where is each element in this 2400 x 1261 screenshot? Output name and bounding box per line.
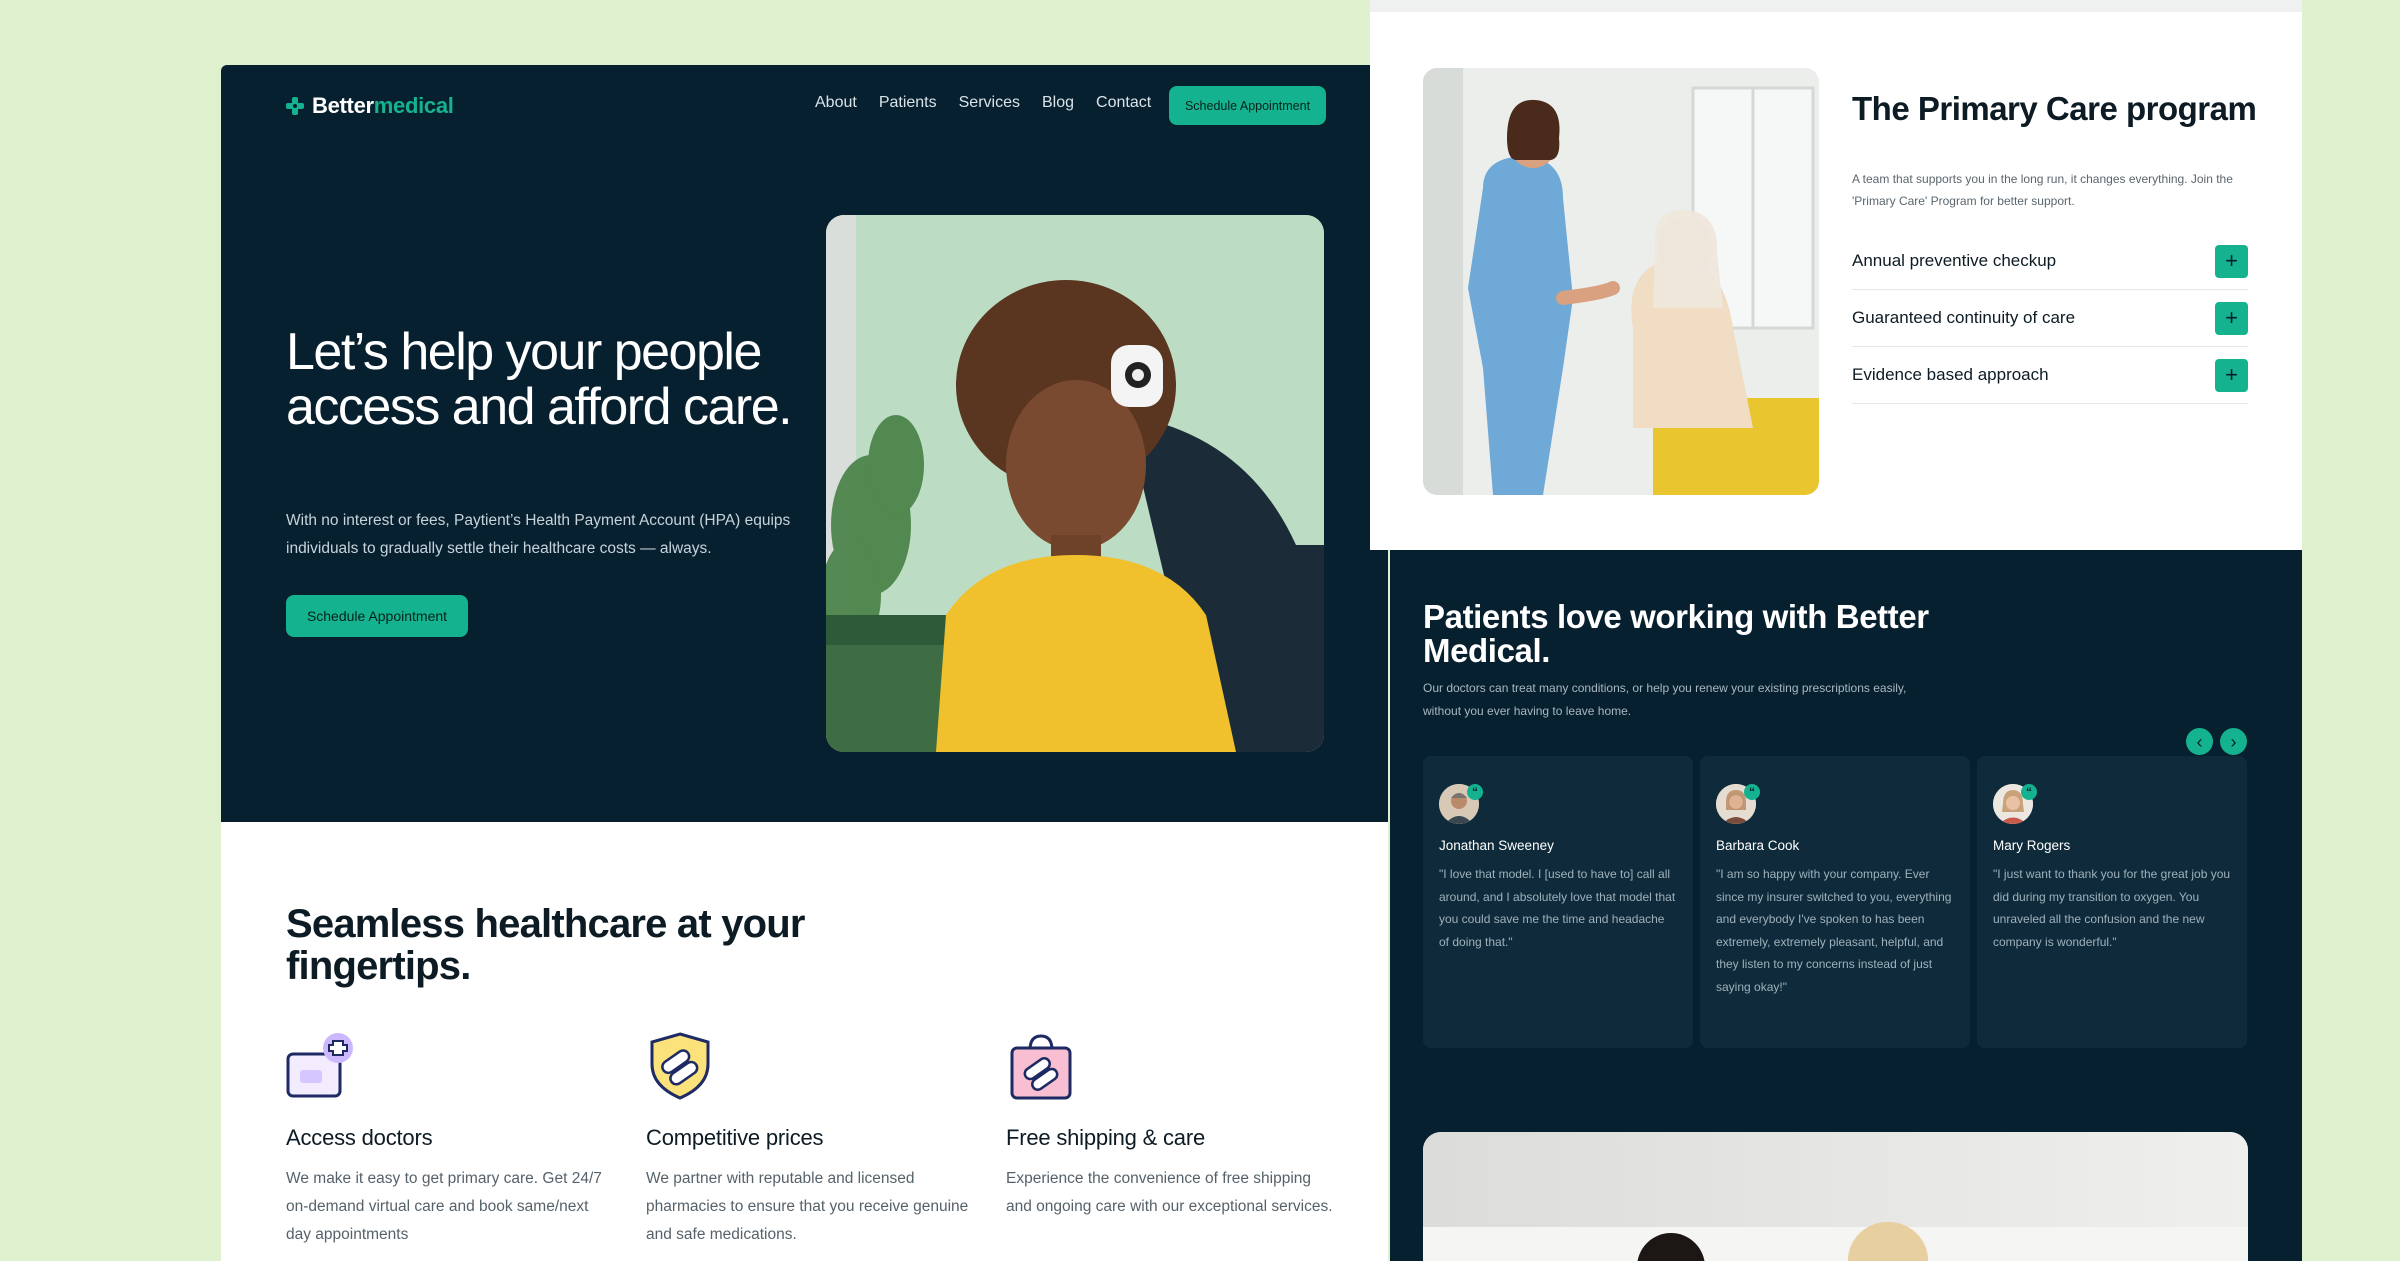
testimonials-subtitle: Our doctors can treat many conditions, o…	[1423, 681, 1907, 718]
hero-subtitle: With no interest or fees, Paytient’s Hea…	[286, 512, 791, 557]
testimonial-card: “ Jonathan Sweeney "I love that model. I…	[1423, 756, 1693, 1048]
feature-text: We partner with reputable and licensed p…	[646, 1170, 969, 1243]
logo[interactable]: Bettermedical	[286, 93, 454, 119]
right-panel-top-strip	[1370, 0, 2302, 12]
carousel-prev-button[interactable]: ‹	[2186, 728, 2213, 755]
nav-item-contact[interactable]: Contact	[1096, 94, 1151, 112]
nav-item-blog[interactable]: Blog	[1042, 94, 1074, 112]
doctor-plus-icon	[286, 1030, 356, 1102]
feature-text: We make it easy to get primary care. Get…	[286, 1170, 602, 1243]
testimonial-name: Jonathan Sweeney	[1439, 838, 1554, 853]
avatar: “	[1716, 784, 1760, 828]
shield-pills-icon	[646, 1030, 716, 1102]
testimonial-quote: "I am so happy with your company. Ever s…	[1716, 867, 1952, 994]
seamless-healthcare-title: Seamless healthcare at your fingertips.	[286, 902, 805, 988]
avatar: “	[1439, 784, 1483, 828]
testimonial-name: Barbara Cook	[1716, 838, 1800, 853]
hero-photo-child-eye-exam	[826, 215, 1324, 752]
quote-icon: “	[2021, 784, 2037, 800]
main-nav: About Patients Services Blog Contact	[815, 94, 1151, 112]
bottom-photo-consultation	[1423, 1132, 2248, 1261]
landing-page-card: Bettermedical About Patients Services Bl…	[221, 65, 1388, 1261]
plus-icon[interactable]: +	[2215, 301, 2248, 335]
accordion-label: Evidence based approach	[1852, 365, 2049, 384]
nav-item-patients[interactable]: Patients	[879, 94, 937, 112]
carousel-next-button[interactable]: ›	[2220, 728, 2247, 755]
testimonial-quote: "I love that model. I [used to have to] …	[1439, 867, 1676, 949]
nav-item-about[interactable]: About	[815, 94, 857, 112]
feature-competitive-prices: Competitive prices We partner with reput…	[646, 1030, 976, 1249]
primary-care-title: The Primary Care program	[1852, 90, 2257, 127]
testimonial-card: “ Barbara Cook "I am so happy with your …	[1700, 756, 1970, 1048]
hero-title: Let’s help your people access and afford…	[286, 323, 793, 436]
plus-icon[interactable]: +	[2215, 244, 2248, 278]
accordion-label: Annual preventive checkup	[1852, 251, 2057, 270]
hero-section: Bettermedical About Patients Services Bl…	[221, 65, 1388, 822]
nav-item-services[interactable]: Services	[959, 94, 1020, 112]
testimonial-name: Mary Rogers	[1993, 838, 2071, 853]
testimonial-quote: "I just want to thank you for the great …	[1993, 867, 2231, 949]
feature-title: Free shipping & care	[1006, 1125, 1205, 1150]
accordion-label: Guaranteed continuity of care	[1852, 308, 2076, 327]
avatar: “	[1993, 784, 2037, 828]
primary-care-subtitle: A team that supports you in the long run…	[1852, 172, 2233, 208]
feature-free-shipping: Free shipping & care Experience the conv…	[1006, 1030, 1336, 1221]
accordion-annual-preventive-checkup[interactable]: Annual preventive checkup +	[1852, 233, 2248, 290]
cross-logo-icon	[286, 97, 304, 115]
feature-title: Competitive prices	[646, 1125, 824, 1150]
care-photo-nurse-patient	[1423, 68, 1819, 495]
quote-icon: “	[1467, 784, 1483, 800]
accordion-guaranteed-continuity[interactable]: Guaranteed continuity of care +	[1852, 290, 2248, 347]
feature-text: Experience the convenience of free shipp…	[1006, 1170, 1333, 1215]
shopping-bag-pills-icon	[1006, 1030, 1076, 1102]
plus-icon[interactable]: +	[2215, 358, 2248, 392]
testimonials-title: Patients love working with Better Medica…	[1423, 598, 1929, 669]
hero-schedule-appointment-button[interactable]: Schedule Appointment	[286, 595, 468, 637]
accordion-evidence-based-approach[interactable]: Evidence based approach +	[1852, 347, 2248, 404]
quote-icon: “	[1744, 784, 1760, 800]
nav-schedule-appointment-button[interactable]: Schedule Appointment	[1169, 86, 1326, 125]
logo-wordmark: Bettermedical	[312, 93, 454, 118]
feature-access-doctors: Access doctors We make it easy to get pr…	[286, 1030, 616, 1249]
testimonial-card: “ Mary Rogers "I just want to thank you …	[1977, 756, 2247, 1048]
feature-title: Access doctors	[286, 1125, 433, 1150]
